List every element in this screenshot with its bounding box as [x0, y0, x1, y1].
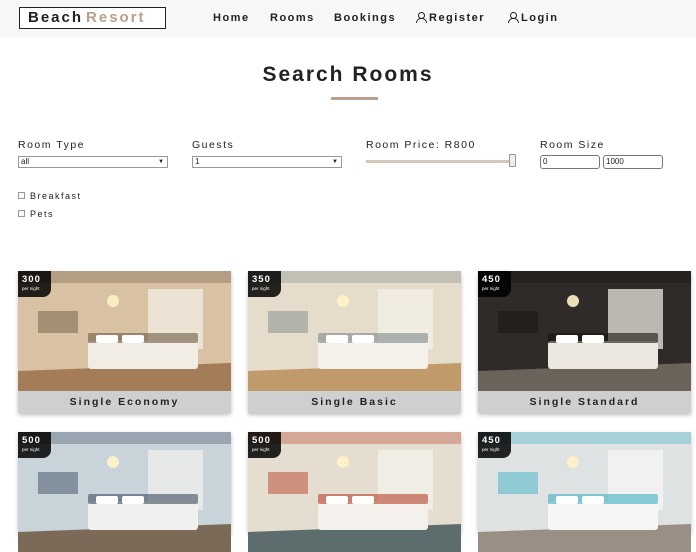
navbar: Beach Resort Home Rooms Bookings Register…: [0, 0, 696, 38]
title-underline: [331, 97, 378, 100]
nav-register-link[interactable]: Register: [416, 12, 485, 24]
room-card[interactable]: 500 per night: [248, 432, 461, 552]
nav-register-label: Register: [429, 12, 486, 24]
room-card[interactable]: 450 per night: [478, 432, 691, 552]
brand-word-2: Resort: [86, 9, 146, 26]
price-unit: per night: [22, 447, 40, 452]
chevron-down-icon: ▼: [332, 159, 338, 165]
room-size-min-input[interactable]: 0: [540, 155, 600, 169]
price-badge: 450 per night: [478, 271, 511, 297]
guests-select[interactable]: 1 ▼: [192, 156, 342, 168]
room-card[interactable]: 450 per night Single Standard: [478, 271, 691, 413]
user-icon: [416, 12, 427, 23]
room-name[interactable]: Single Economy: [18, 391, 231, 413]
pets-label: Pets: [30, 209, 55, 219]
guests-label: Guests: [192, 139, 235, 151]
nav-login-link[interactable]: Login: [508, 12, 558, 24]
price-value: 300: [22, 274, 41, 285]
room-name[interactable]: Single Basic: [248, 391, 461, 413]
price-unit: per night: [22, 286, 40, 291]
room-type-value: all: [21, 157, 30, 166]
page-title: Search Rooms: [262, 63, 434, 86]
price-unit: per night: [482, 286, 500, 291]
user-icon: [508, 12, 519, 23]
price-badge: 300 per night: [18, 271, 51, 297]
room-price-track[interactable]: [366, 160, 512, 163]
price-value: 500: [252, 435, 271, 446]
price-unit: per night: [252, 286, 270, 291]
room-card[interactable]: 350 per night Single Basic: [248, 271, 461, 413]
price-badge: 450 per night: [478, 432, 511, 458]
guests-value: 1: [195, 157, 200, 166]
brand-logo[interactable]: Beach Resort: [19, 7, 166, 29]
room-price-slider-thumb[interactable]: [509, 154, 516, 167]
price-value: 450: [482, 435, 501, 446]
price-value: 500: [22, 435, 41, 446]
room-price-label: Room Price: R800: [366, 139, 476, 151]
room-card[interactable]: 300 per night Single Economy: [18, 271, 231, 413]
brand-word-1: Beach: [28, 9, 84, 26]
room-card[interactable]: 500 per night: [18, 432, 231, 552]
room-type-select[interactable]: all ▼: [18, 156, 168, 168]
price-badge: 500 per night: [18, 432, 51, 458]
price-value: 350: [252, 274, 271, 285]
price-unit: per night: [482, 447, 500, 452]
breakfast-label: Breakfast: [30, 191, 82, 201]
room-size-max-input[interactable]: 1000: [603, 155, 663, 169]
pets-checkbox[interactable]: [18, 210, 25, 217]
breakfast-checkbox[interactable]: [18, 192, 25, 199]
nav-rooms-link[interactable]: Rooms: [270, 12, 315, 24]
price-unit: per night: [252, 447, 270, 452]
price-value: 450: [482, 274, 501, 285]
nav-login-label: Login: [521, 12, 559, 24]
price-badge: 350 per night: [248, 271, 281, 297]
price-badge: 500 per night: [248, 432, 281, 458]
chevron-down-icon: ▼: [158, 159, 164, 165]
room-type-label: Room Type: [18, 139, 85, 151]
room-size-label: Room Size: [540, 139, 605, 151]
nav-bookings-link[interactable]: Bookings: [334, 12, 396, 24]
nav-home-link[interactable]: Home: [213, 12, 250, 24]
room-name[interactable]: Single Standard: [478, 391, 691, 413]
